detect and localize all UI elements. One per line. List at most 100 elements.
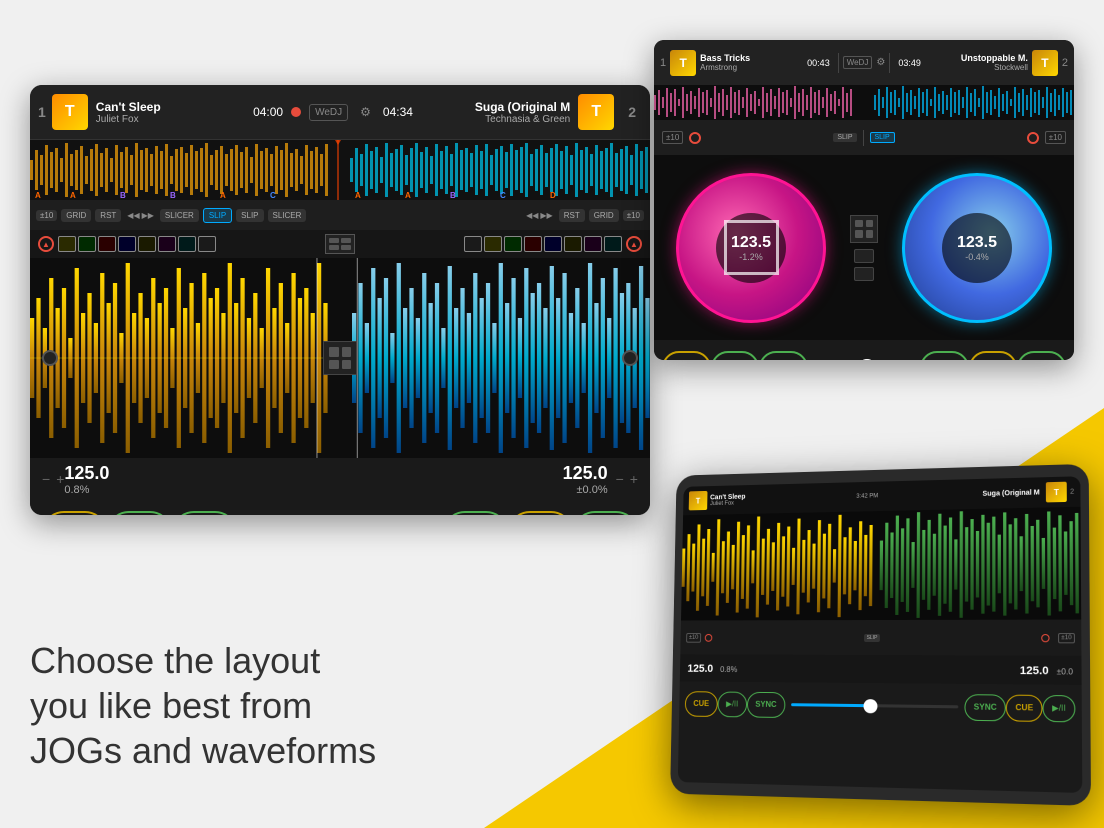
jog-btn[interactable] <box>854 249 874 263</box>
slip-btn-left[interactable]: SLIP <box>203 208 232 223</box>
jog-track1-title: Bass Tricks <box>700 53 803 63</box>
tablet-track-icon: T <box>689 491 708 510</box>
tablet-mockup: T Can't Sleep Juliet Fox 3:42 PM Suga (O… <box>664 468 1084 798</box>
gear-icon: ⚙ <box>360 105 371 119</box>
tablet-track2-icon: T <box>1046 482 1067 503</box>
jog-slip-left[interactable]: SLIP <box>833 133 856 142</box>
jog-transport-row: CUE ▶/II SYNC SYNC CUE ▶/II <box>654 340 1074 360</box>
jog-wheel-right[interactable]: 123.5 -0.4% <box>902 173 1052 323</box>
sync-btn-right[interactable]: SYNC <box>443 511 508 516</box>
svg-text:B: B <box>450 191 456 200</box>
jog-grid-center <box>850 215 878 243</box>
tablet-sync-left[interactable]: SYNC <box>747 691 786 717</box>
tablet-indicator <box>705 633 713 641</box>
tablet-cue-right[interactable]: CUE <box>1006 694 1043 721</box>
jog-track2-num: 2 <box>1062 57 1068 69</box>
slicer-btn-left[interactable]: SLICER <box>160 209 199 222</box>
headline: Choose the layout you like best from JOG… <box>30 638 376 773</box>
hotcue-pad[interactable] <box>78 236 96 252</box>
jog-track2-time: 03:49 <box>898 58 921 68</box>
tablet-num2: 2 <box>1070 488 1074 495</box>
jog-main-area: 123.5 -1.2% 123.5 -0.4% <box>654 155 1074 340</box>
hotcue-pad[interactable] <box>158 236 176 252</box>
tablet-cue-left[interactable]: CUE <box>685 691 718 717</box>
cue-btn-right[interactable]: CUE <box>508 511 573 516</box>
svg-text:A: A <box>220 191 226 200</box>
tablet-pm10-r: ±10 <box>1058 632 1075 642</box>
jog-square-left <box>724 220 779 275</box>
tablet-time: 3:42 PM <box>856 493 878 499</box>
tablet-controls: ±10 SLIP ±10 <box>680 620 1081 656</box>
track1-number: 1 <box>38 104 46 120</box>
jog-crossfader-knob[interactable] <box>858 359 876 361</box>
jog-sync-btn-left[interactable]: SYNC <box>759 351 808 361</box>
svg-text:A: A <box>70 191 76 200</box>
jog-slip-right[interactable]: SLIP <box>870 132 895 143</box>
hotcue-indicator-right: ▲ <box>626 236 642 252</box>
jog-waveform-top <box>654 85 1074 120</box>
bpm-left-offset: 0.8% <box>64 484 245 496</box>
hotcue-pad[interactable] <box>604 236 622 252</box>
hotcue-pad[interactable] <box>564 236 582 252</box>
jog-center-right: 123.5 -0.4% <box>942 213 1012 283</box>
pm10-right: ±10 <box>623 210 644 221</box>
hotcue-row: ▲ ▲ <box>30 230 650 258</box>
hotcue-pad[interactable] <box>504 236 522 252</box>
tablet-pm10: ±10 <box>686 633 701 643</box>
jog-cue-btn-left[interactable]: CUE <box>662 351 711 361</box>
tablet-play-right[interactable]: ▶/II <box>1043 694 1076 721</box>
hotcue-pad[interactable] <box>544 236 562 252</box>
tablet-slip-btn[interactable]: SLIP <box>864 633 881 641</box>
dj-topbar: 1 T Can't Sleep Juliet Fox 04:00 WeDJ ⚙ … <box>30 85 650 140</box>
hotcue-pad[interactable] <box>118 236 136 252</box>
jog-wheel-left[interactable]: 123.5 -1.2% <box>676 173 826 323</box>
record-indicator <box>291 107 301 117</box>
track1-icon: T <box>52 94 88 130</box>
tablet-sync-right[interactable]: SYNC <box>964 694 1006 721</box>
play-btn-left[interactable]: ▶/II <box>107 511 172 516</box>
headline-line3: JOGs and waveforms <box>30 728 376 773</box>
main-dj-interface: 1 T Can't Sleep Juliet Fox 04:00 WeDJ ⚙ … <box>30 85 650 515</box>
hotcue-pad[interactable] <box>58 236 76 252</box>
jog-btn[interactable] <box>854 267 874 281</box>
tablet-play-left[interactable]: ▶/II <box>717 691 747 717</box>
hotcue-pad[interactable] <box>178 236 196 252</box>
jog-play-btn-left[interactable]: ▶/II <box>711 351 760 361</box>
jog-cue-btn-right[interactable]: CUE <box>969 351 1018 361</box>
jog-left-container: 123.5 -1.2% <box>676 173 826 323</box>
cue-btn-left[interactable]: CUE <box>42 511 107 516</box>
hotcue-pad[interactable] <box>198 236 216 252</box>
jog-track1-num: 1 <box>660 57 666 69</box>
jog-sync-btn-right[interactable]: SYNC <box>920 351 969 361</box>
slicer-btn-right[interactable]: SLICER <box>268 209 307 222</box>
jog-indicator-left <box>689 132 701 144</box>
jog-controls-row: ±10 SLIP SLIP ±10 <box>654 120 1074 155</box>
grid-btn-left[interactable]: GRID <box>61 209 91 222</box>
hotcue-pad[interactable] <box>138 236 156 252</box>
sync-btn-left[interactable]: SYNC <box>172 511 237 516</box>
rst-btn-right[interactable]: RST <box>559 209 585 222</box>
tablet-track2-title: Suga (Original M <box>884 489 1040 500</box>
jog-interface: 1 T Bass Tricks Armstrong 00:43 WeDJ ⚙ 0… <box>654 40 1074 360</box>
pm10-left: ±10 <box>36 210 57 221</box>
tablet-track2-info: Suga (Original M <box>884 489 1040 500</box>
hotcue-pad[interactable] <box>464 236 482 252</box>
svg-text:C: C <box>270 191 276 200</box>
tablet-crossfader <box>791 703 958 708</box>
jog-pm10-right: ±10 <box>1045 131 1066 144</box>
tablet-indicator-r <box>1041 634 1049 642</box>
center-dot-grid <box>323 341 357 375</box>
tablet-cf-knob[interactable] <box>863 699 877 713</box>
hotcue-pad[interactable] <box>98 236 116 252</box>
slip-btn-right[interactable]: SLIP <box>236 209 263 222</box>
grid-btn-right[interactable]: GRID <box>589 209 619 222</box>
play-btn-right[interactable]: ▶/II <box>573 511 638 516</box>
tablet-body: T Can't Sleep Juliet Fox 3:42 PM Suga (O… <box>670 464 1091 806</box>
rst-btn-left[interactable]: RST <box>95 209 121 222</box>
hotcue-pad[interactable] <box>584 236 602 252</box>
jog-indicator-right <box>1027 132 1039 144</box>
hotcue-pad[interactable] <box>484 236 502 252</box>
tablet-bpm-right: 125.0 ±0.0 <box>1020 661 1073 680</box>
jog-play-btn-right[interactable]: ▶/II <box>1017 351 1066 361</box>
hotcue-pad[interactable] <box>524 236 542 252</box>
